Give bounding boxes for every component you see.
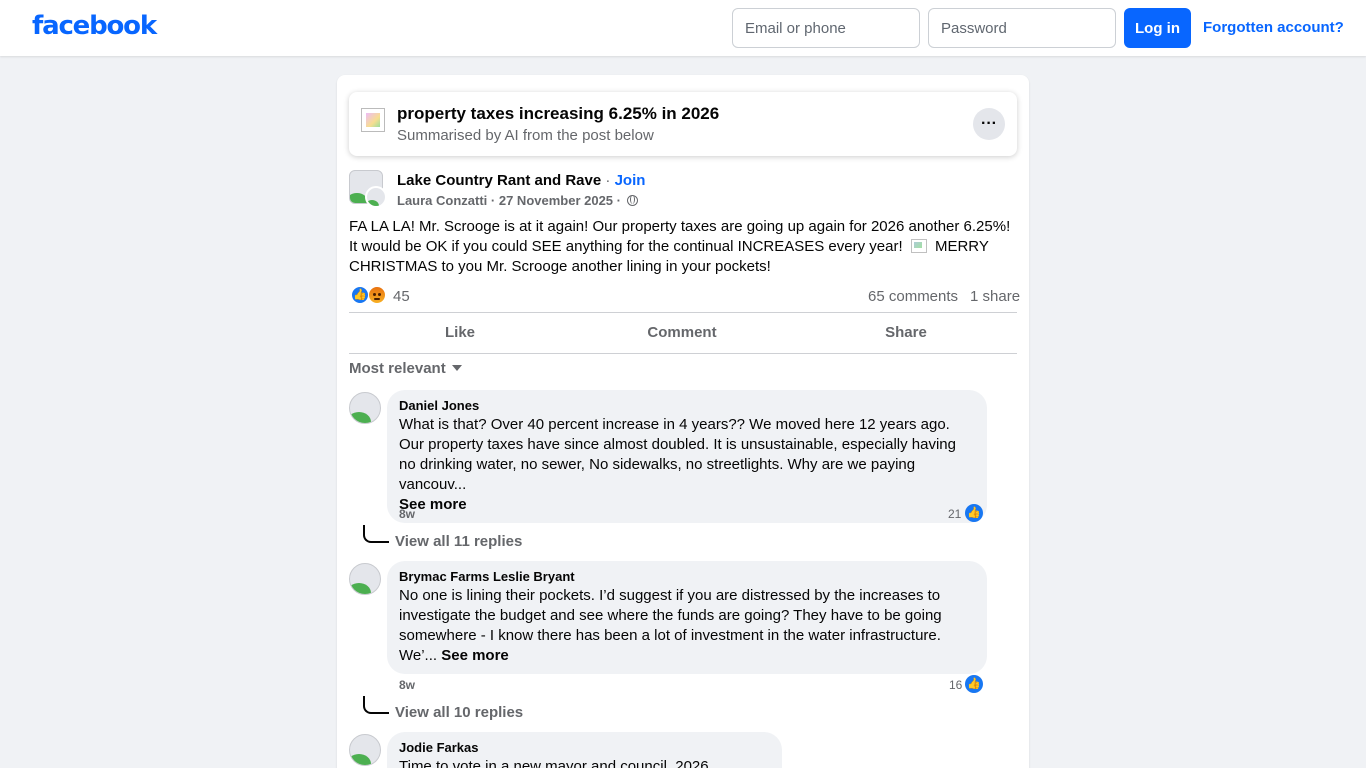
forgotten-account-link[interactable]: Forgotten account? [1203, 19, 1344, 36]
comment-text: What is that? Over 40 percent increase i… [399, 415, 975, 515]
view-replies-link[interactable]: View all 11 replies [395, 533, 522, 550]
comment-body: What is that? Over 40 percent increase i… [399, 416, 956, 493]
comments-count[interactable]: 65 comments [868, 288, 958, 305]
group-name[interactable]: Lake Country Rant and Rave [397, 172, 601, 189]
comment-like-count: 16 [949, 678, 963, 692]
separator: · [487, 193, 499, 208]
reply-thread-line [363, 525, 389, 543]
like-icon: 👍 [965, 504, 983, 522]
commenter-avatar[interactable] [349, 734, 381, 766]
ai-summary-title: property taxes increasing 6.25% in 2026 [397, 104, 720, 123]
email-input[interactable] [732, 8, 920, 48]
view-replies-link[interactable]: View all 10 replies [395, 704, 523, 721]
comment-time[interactable]: 8w [399, 507, 415, 521]
like-button[interactable]: Like [349, 318, 571, 352]
join-link[interactable]: Join [615, 172, 646, 189]
ai-summary-box[interactable]: property taxes increasing 6.25% in 2026 … [349, 92, 1017, 156]
reaction-count: 45 [393, 288, 410, 305]
post-card: property taxes increasing 6.25% in 2026 … [337, 75, 1029, 768]
sort-label: Most relevant [349, 360, 446, 377]
separator: · [613, 193, 625, 208]
ai-summary-icon [361, 108, 385, 132]
comment-bubble: Brymac Farms Leslie Bryant No one is lin… [387, 561, 987, 674]
separator: · [601, 172, 615, 189]
ai-summary-subtitle: Summarised by AI from the post below [397, 127, 654, 144]
comment-author[interactable]: Brymac Farms Leslie Bryant [399, 569, 975, 585]
shares-count[interactable]: 1 share [970, 288, 1020, 305]
comment-sort-dropdown[interactable]: Most relevant [349, 360, 462, 377]
top-bar: facebook Log in Forgotten account? [0, 0, 1366, 56]
like-icon: 👍 [965, 675, 983, 693]
more-options-button[interactable]: ··· [973, 108, 1005, 140]
comment-button[interactable]: Comment [571, 318, 793, 352]
angry-reaction-icon [368, 286, 386, 304]
facebook-logo[interactable]: facebook [32, 11, 157, 41]
comment-author[interactable]: Jodie Farkas [399, 740, 770, 756]
post-header: Lake Country Rant and Rave · Join [397, 172, 645, 189]
author-avatar [365, 186, 387, 208]
reply-thread-line [363, 696, 389, 714]
see-more-link[interactable]: See more [441, 647, 509, 664]
caret-down-icon [451, 365, 462, 371]
globe-icon [626, 195, 638, 206]
commenter-avatar[interactable] [349, 563, 381, 595]
comment-text: No one is lining their pockets. I’d sugg… [399, 586, 975, 666]
divider [349, 353, 1017, 354]
group-avatar[interactable] [349, 170, 387, 208]
post-meta: Laura Conzatti · 27 November 2025 · [397, 193, 638, 208]
login-button[interactable]: Log in [1124, 8, 1191, 48]
share-button[interactable]: Share [795, 318, 1017, 352]
comment-bubble: Jodie Farkas Time to vote in a new mayor… [387, 732, 782, 768]
post-date[interactable]: 27 November 2025 [499, 193, 613, 208]
post-text: FA LA LA! Mr. Scrooge is at it again! Ou… [349, 217, 1019, 277]
comment-time[interactable]: 8w [399, 678, 415, 692]
divider [349, 312, 1017, 313]
like-reaction-icon: 👍 [351, 286, 369, 304]
comment-author[interactable]: Daniel Jones [399, 398, 975, 414]
comment-like-count: 21 [948, 507, 962, 521]
password-input[interactable] [928, 8, 1116, 48]
comment-bubble: Daniel Jones What is that? Over 40 perce… [387, 390, 987, 523]
commenter-avatar[interactable] [349, 392, 381, 424]
post-author[interactable]: Laura Conzatti [397, 193, 487, 208]
comment-text: Time to vote in a new mayor and council.… [399, 758, 709, 768]
emoji-image [910, 239, 927, 253]
